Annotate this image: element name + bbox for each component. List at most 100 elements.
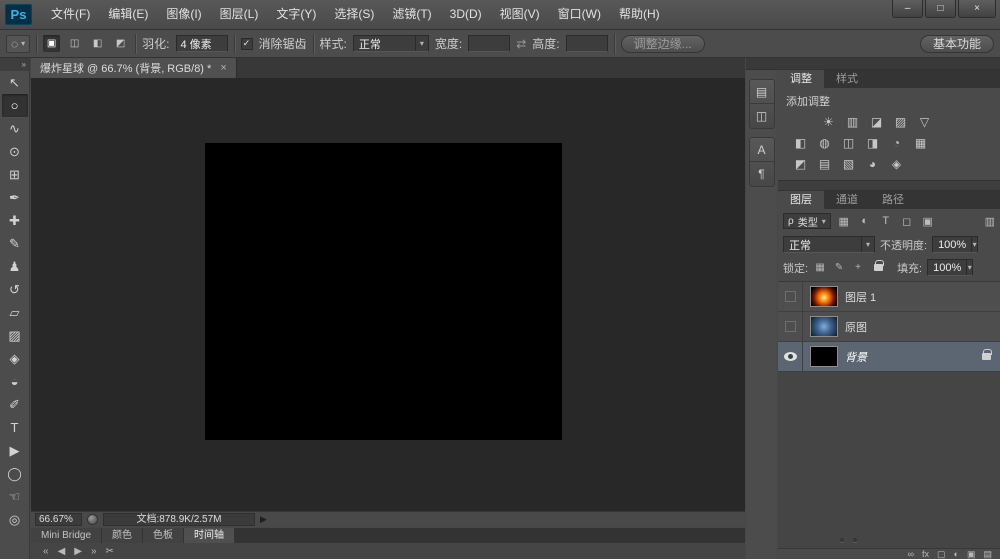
height-input[interactable] xyxy=(566,35,608,52)
opacity-dropdown[interactable]: 100% ▾ xyxy=(932,236,978,253)
menu-file[interactable]: 文件(F) xyxy=(42,0,99,29)
menu-help[interactable]: 帮助(H) xyxy=(610,0,669,29)
new-layer-icon[interactable]: ▤ xyxy=(983,549,992,559)
maximize-button[interactable]: □ xyxy=(925,0,956,18)
new-selection-button[interactable]: ▣ xyxy=(43,35,60,52)
photo-filter-icon[interactable]: ◨ xyxy=(864,136,881,151)
new-adjustment-layer-icon[interactable]: ◐ xyxy=(954,549,959,559)
tool-preset-picker[interactable]: ◌ ▾ xyxy=(6,35,30,53)
first-frame-icon[interactable]: « xyxy=(43,546,49,557)
brightness-contrast-icon[interactable]: ☀ xyxy=(820,115,837,130)
filter-shape-layers-icon[interactable]: ◻ xyxy=(899,215,915,228)
black-white-icon[interactable]: ◫ xyxy=(840,136,857,151)
filter-toggle-icon[interactable]: ▥ xyxy=(985,215,995,228)
filter-smart-objects-icon[interactable]: ▣ xyxy=(920,215,936,228)
healing-brush-tool[interactable]: ✚ xyxy=(2,209,28,232)
layer-mask-icon[interactable]: ▢ xyxy=(937,549,946,559)
document-canvas[interactable] xyxy=(205,143,562,440)
lock-position-icon[interactable]: + xyxy=(851,262,865,273)
hand-tool[interactable]: ☜ xyxy=(2,485,28,508)
panel-resize-grip[interactable] xyxy=(840,538,857,542)
refine-edge-button[interactable]: 调整边缘... xyxy=(621,35,705,53)
history-panel-icon[interactable]: ▤ xyxy=(750,80,774,104)
elliptical-marquee-tool[interactable]: ○ xyxy=(2,94,28,117)
zoom-level-field[interactable]: 66.67% xyxy=(35,513,82,526)
fill-dropdown[interactable]: 100% ▾ xyxy=(927,259,973,276)
antialias-checkbox[interactable]: ✓ xyxy=(241,38,253,50)
tab-channels[interactable]: 通道 xyxy=(824,191,870,209)
filter-type-layers-icon[interactable]: T xyxy=(878,215,894,227)
status-options-arrow-icon[interactable]: ▶ xyxy=(260,514,267,525)
visibility-toggle[interactable] xyxy=(778,342,803,371)
tab-layers[interactable]: 图层 xyxy=(778,191,824,209)
visibility-toggle[interactable] xyxy=(778,282,803,311)
blend-mode-dropdown[interactable]: 正常 ▾ xyxy=(783,236,875,253)
posterize-icon[interactable]: ▤ xyxy=(816,157,833,172)
history-brush-tool[interactable]: ↺ xyxy=(2,278,28,301)
hue-saturation-icon[interactable]: ◧ xyxy=(792,136,809,151)
shape-tool[interactable]: ◯ xyxy=(2,462,28,485)
next-frame-icon[interactable]: » xyxy=(91,546,97,557)
play-icon[interactable]: ▶ xyxy=(74,546,82,557)
style-dropdown[interactable]: 正常 ▾ xyxy=(353,35,429,52)
close-button[interactable]: × xyxy=(958,0,996,18)
layer-row-background[interactable]: 背景 xyxy=(778,342,1000,372)
move-tool[interactable]: ↖ xyxy=(2,71,28,94)
layer-filter-dropdown[interactable]: ρ 类型 ▾ xyxy=(783,213,831,229)
filter-adjustment-layers-icon[interactable]: ◐ xyxy=(857,215,873,227)
split-clip-icon[interactable]: ✂ xyxy=(106,546,114,557)
previous-frame-icon[interactable]: ◀ xyxy=(58,546,66,557)
path-selection-tool[interactable]: ▶ xyxy=(2,439,28,462)
vibrance-icon[interactable]: ▽ xyxy=(916,115,933,130)
properties-panel-icon[interactable]: ◫ xyxy=(750,104,774,128)
selective-color-icon[interactable]: ◈ xyxy=(888,157,905,172)
paragraph-panel-icon[interactable]: ¶ xyxy=(750,162,774,186)
intersect-selection-button[interactable]: ◩ xyxy=(112,35,129,52)
canvas-area[interactable] xyxy=(31,78,745,511)
dodge-tool[interactable]: ◒ xyxy=(2,370,28,393)
exposure-icon[interactable]: ▨ xyxy=(892,115,909,130)
blur-tool[interactable]: ◈ xyxy=(2,347,28,370)
curves-icon[interactable]: ◪ xyxy=(868,115,885,130)
tab-adjustments[interactable]: 调整 xyxy=(778,70,824,88)
clone-stamp-tool[interactable]: ♟ xyxy=(2,255,28,278)
lock-transparency-icon[interactable]: ▦ xyxy=(813,262,827,273)
tab-swatches[interactable]: 色板 xyxy=(143,528,183,543)
filter-pixel-layers-icon[interactable]: ▦ xyxy=(836,215,852,228)
close-tab-icon[interactable]: × xyxy=(220,62,226,74)
menu-filter[interactable]: 滤镜(T) xyxy=(383,0,440,29)
type-tool[interactable]: T xyxy=(2,416,28,439)
visibility-toggle[interactable] xyxy=(778,312,803,341)
menu-image[interactable]: 图像(I) xyxy=(157,0,210,29)
channel-mixer-icon[interactable]: ◔ xyxy=(888,136,905,151)
quick-selection-tool[interactable]: ⊙ xyxy=(2,140,28,163)
add-selection-button[interactable]: ◫ xyxy=(66,35,83,52)
layer-style-icon[interactable]: fx xyxy=(922,549,929,559)
eraser-tool[interactable]: ▱ xyxy=(2,301,28,324)
workspace-switcher-button[interactable]: 基本功能 xyxy=(920,35,994,53)
brush-tool[interactable]: ✎ xyxy=(2,232,28,255)
character-panel-icon[interactable]: A xyxy=(750,138,774,162)
menu-window[interactable]: 窗口(W) xyxy=(549,0,610,29)
layer-thumbnail[interactable] xyxy=(810,286,838,307)
color-lookup-icon[interactable]: ▦ xyxy=(912,136,929,151)
invert-icon[interactable]: ◩ xyxy=(792,157,809,172)
new-group-icon[interactable]: ▣ xyxy=(967,549,976,559)
menu-3d[interactable]: 3D(D) xyxy=(441,0,491,29)
lock-all-icon[interactable] xyxy=(874,264,883,271)
lasso-tool[interactable]: ∿ xyxy=(2,117,28,140)
layer-thumbnail[interactable] xyxy=(810,346,838,367)
menu-edit[interactable]: 编辑(E) xyxy=(99,0,157,29)
zoom-tool[interactable]: ◎ xyxy=(2,508,28,531)
pen-tool[interactable]: ✐ xyxy=(2,393,28,416)
menu-select[interactable]: 选择(S) xyxy=(325,0,383,29)
color-balance-icon[interactable]: ◍ xyxy=(816,136,833,151)
tab-styles[interactable]: 样式 xyxy=(824,70,870,88)
layer-row-original[interactable]: 原图 xyxy=(778,312,1000,342)
collapse-panel-icon[interactable]: » xyxy=(0,58,29,71)
tab-paths[interactable]: 路径 xyxy=(870,191,916,209)
menu-layer[interactable]: 图层(L) xyxy=(211,0,268,29)
swap-dimensions-icon[interactable]: ⇄ xyxy=(516,37,526,51)
tab-color[interactable]: 颜色 xyxy=(102,528,142,543)
tab-timeline[interactable]: 时间轴 xyxy=(184,528,234,543)
